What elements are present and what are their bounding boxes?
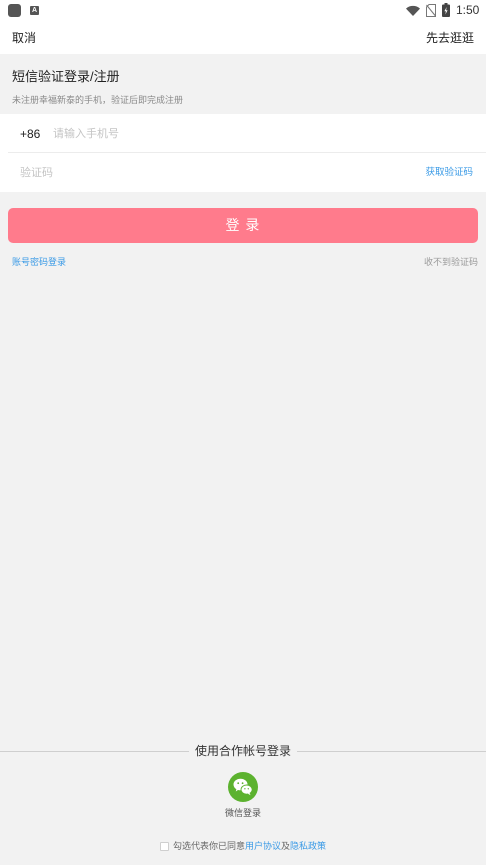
verification-code-input[interactable] — [20, 163, 320, 183]
no-code-link[interactable]: 收不到验证码 — [424, 256, 478, 268]
page-subtitle: 未注册幸福新泰的手机，验证后即完成注册 — [12, 95, 184, 105]
phone-input[interactable] — [53, 124, 413, 144]
sms-form-card: +86 获取验证码 — [0, 114, 486, 192]
wechat-icon[interactable] — [228, 772, 258, 802]
wifi-icon — [406, 5, 420, 16]
login-button[interactable]: 登 录 — [8, 208, 478, 243]
agreement-row: 勾选代表你已同意 用户协议 及 隐私政策 — [0, 840, 486, 852]
status-time: 1:50 — [456, 3, 480, 17]
form-divider — [8, 152, 486, 153]
agreement-checkbox[interactable] — [159, 841, 169, 851]
skip-browse-button[interactable]: 先去逛逛 — [426, 30, 474, 46]
top-bar: A 1:50 取消 先去逛逛 — [0, 0, 486, 54]
wechat-login-label[interactable]: 微信登录 — [0, 807, 486, 819]
user-agreement-link[interactable]: 用户协议 — [245, 840, 281, 852]
privacy-policy-link[interactable]: 隐私政策 — [290, 840, 326, 852]
login-screen: A 1:50 取消 先去逛逛 短信验证登录/注册 未注册幸福新泰的手机，验证后即… — [0, 0, 486, 865]
battery-charging-icon — [442, 3, 450, 17]
partner-login-label: 使用合作帐号登录 — [190, 744, 295, 758]
password-login-link[interactable]: 账号密码登录 — [12, 256, 66, 268]
notification-a-icon: A — [30, 6, 39, 15]
partner-login-heading: 使用合作帐号登录 — [0, 744, 486, 759]
get-code-button[interactable]: 获取验证码 — [425, 166, 473, 180]
cancel-button[interactable]: 取消 — [12, 30, 36, 46]
agreement-prefix: 勾选代表你已同意 — [172, 841, 245, 851]
agreement-conjunction: 及 — [281, 841, 291, 851]
page-title: 短信验证登录/注册 — [12, 69, 120, 84]
no-sim-icon — [426, 4, 436, 17]
app-icon — [8, 4, 21, 17]
country-code[interactable]: +86 — [20, 126, 40, 142]
